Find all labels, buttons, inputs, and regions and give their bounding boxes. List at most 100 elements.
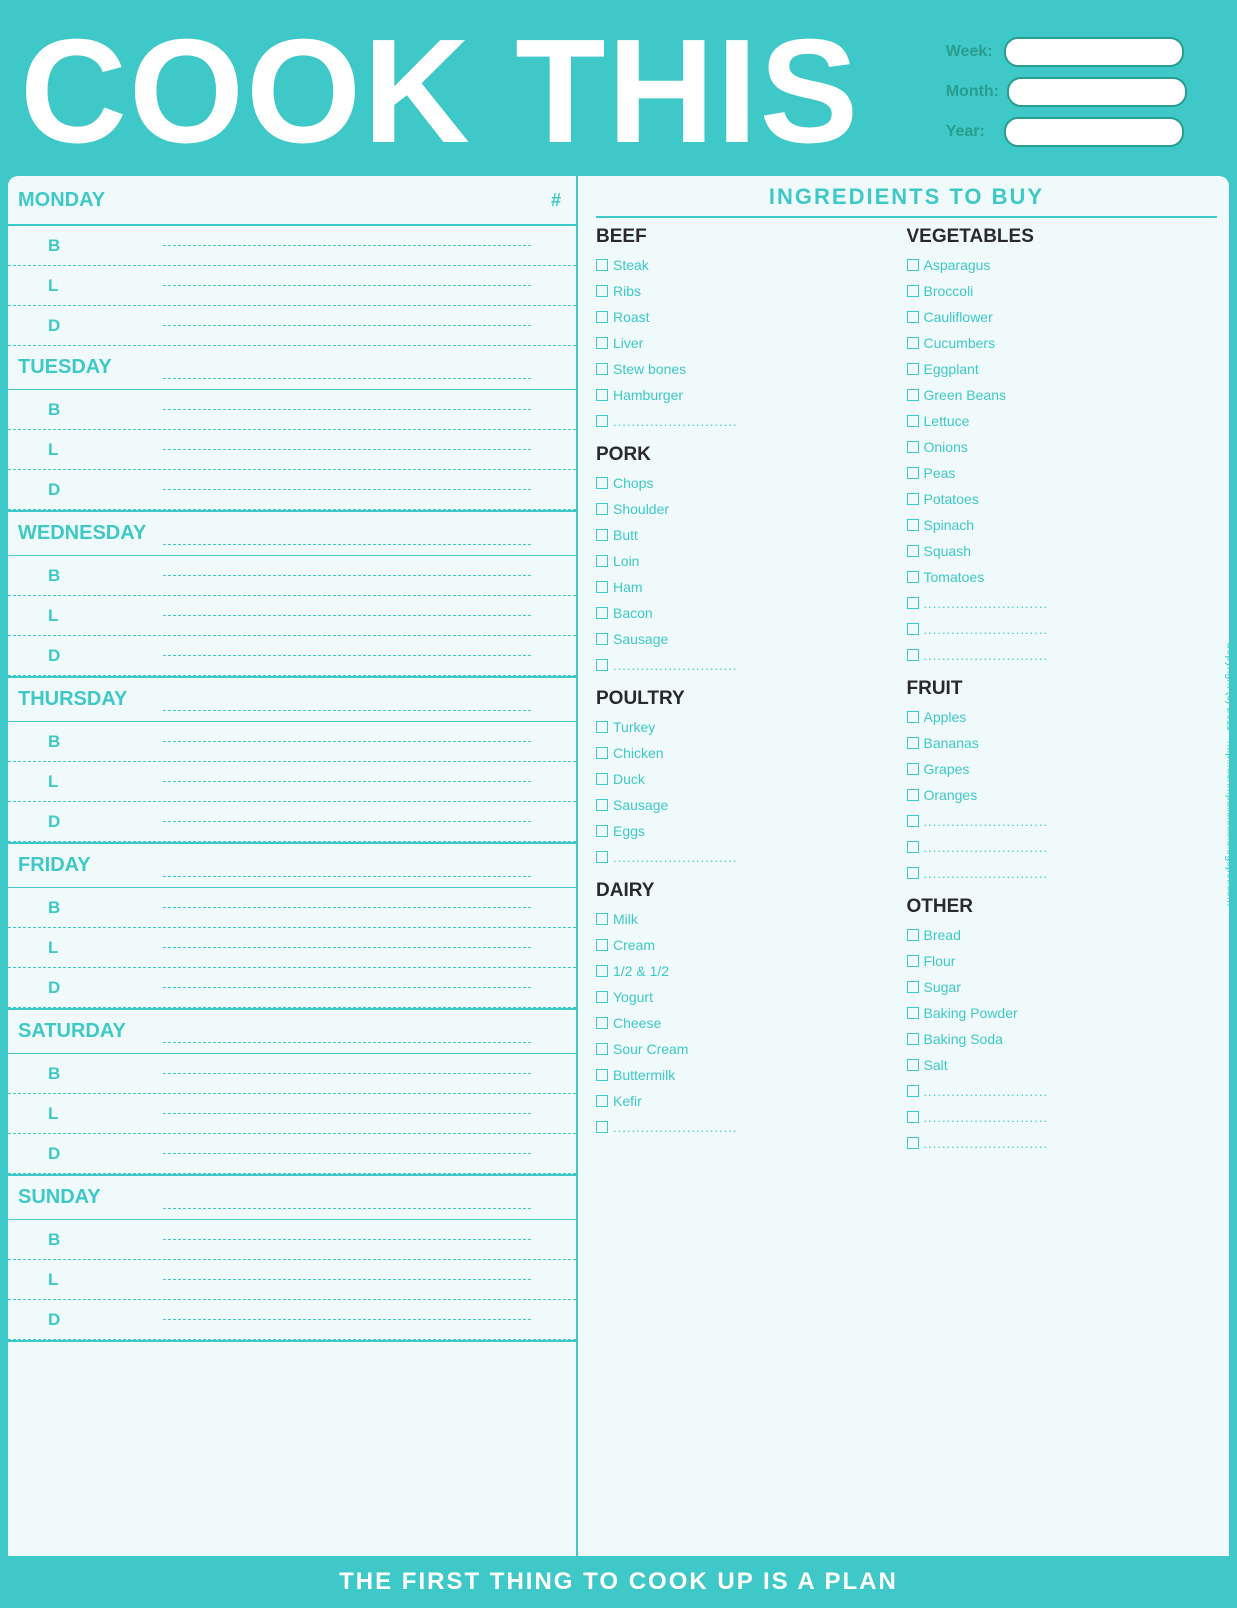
ingredient-checkbox[interactable] (596, 825, 608, 837)
ingredient-checkbox[interactable] (596, 311, 608, 323)
ingredient-checkbox[interactable] (596, 773, 608, 785)
month-input[interactable] (1007, 77, 1187, 107)
meal-letter-cell: B (8, 1230, 163, 1250)
ingredient-checkbox[interactable] (596, 389, 608, 401)
meal-line (163, 781, 531, 782)
meal-line (163, 245, 531, 246)
ingredient-checkbox[interactable] (907, 1059, 919, 1071)
ingredient-blank: ........................... (613, 1120, 738, 1135)
ingredient-item: Oranges (907, 782, 1210, 808)
ingredient-checkbox[interactable] (596, 1017, 608, 1029)
ingredient-item: Sausage (596, 792, 899, 818)
day-name: SUNDAY (8, 1186, 163, 1209)
ingredient-checkbox[interactable] (596, 633, 608, 645)
ingredient-checkbox[interactable] (907, 1111, 919, 1123)
ingredient-checkbox[interactable] (596, 285, 608, 297)
ingredient-checkbox[interactable] (907, 571, 919, 583)
ingredient-checkbox[interactable] (907, 415, 919, 427)
ingredient-checkbox[interactable] (907, 363, 919, 375)
ingredient-checkbox[interactable] (596, 799, 608, 811)
ingredient-checkbox[interactable] (907, 337, 919, 349)
ingredient-checkbox[interactable] (907, 789, 919, 801)
ingredient-checkbox[interactable] (907, 259, 919, 271)
ingredient-checkbox[interactable] (907, 737, 919, 749)
meal-letter: D (48, 316, 60, 336)
ingredient-checkbox[interactable] (596, 939, 608, 951)
ingredient-item: Broccoli (907, 278, 1210, 304)
ingredient-checkbox[interactable] (596, 259, 608, 271)
ingredient-blank-item: ........................... (907, 1104, 1210, 1130)
ingredient-checkbox[interactable] (596, 721, 608, 733)
ingredient-checkbox[interactable] (907, 763, 919, 775)
ingredient-item: Eggplant (907, 356, 1210, 382)
meal-letter: B (48, 236, 60, 256)
ingredient-blank-item: ........................... (596, 408, 899, 434)
ingredient-checkbox[interactable] (907, 981, 919, 993)
ingredient-checkbox[interactable] (596, 607, 608, 619)
ingredient-checkbox[interactable] (907, 311, 919, 323)
meal-letter: B (48, 898, 60, 918)
year-field: Year: (946, 117, 1187, 147)
ingredient-checkbox[interactable] (907, 597, 919, 609)
ingredient-checkbox[interactable] (907, 1137, 919, 1149)
ingredient-checkbox[interactable] (596, 1043, 608, 1055)
day-title-row: FRIDAY (8, 844, 576, 888)
ingredient-checkbox[interactable] (907, 1007, 919, 1019)
ingredient-section: DAIRY Milk Cream 1/2 & 1/2 Yogurt Cheese (596, 880, 899, 1140)
ingredient-item: Butt (596, 522, 899, 548)
ingredient-checkbox[interactable] (907, 285, 919, 297)
ingredient-checkbox[interactable] (596, 965, 608, 977)
ingredient-checkbox[interactable] (596, 529, 608, 541)
ingredient-checkbox[interactable] (907, 441, 919, 453)
ingredient-checkbox[interactable] (907, 623, 919, 635)
day-block: SUNDAY B L D (8, 1176, 576, 1342)
ingredient-checkbox[interactable] (907, 649, 919, 661)
ingredient-checkbox[interactable] (907, 389, 919, 401)
month-field: Month: (946, 77, 1187, 107)
year-input[interactable] (1004, 117, 1184, 147)
ingredient-checkbox[interactable] (596, 503, 608, 515)
ingredient-checkbox[interactable] (907, 1085, 919, 1097)
ingredient-checkbox[interactable] (907, 467, 919, 479)
ingredient-item: Roast (596, 304, 899, 330)
ingredient-checkbox[interactable] (596, 363, 608, 375)
ingredient-text: Lettuce (924, 413, 970, 429)
ingredient-checkbox[interactable] (907, 545, 919, 557)
ingredient-checkbox[interactable] (907, 815, 919, 827)
ingredient-checkbox[interactable] (907, 1033, 919, 1045)
ingredient-checkbox[interactable] (907, 841, 919, 853)
ingredient-checkbox[interactable] (596, 1095, 608, 1107)
ingredient-checkbox[interactable] (907, 711, 919, 723)
ingredient-item: Shoulder (596, 496, 899, 522)
ingredient-item: Yogurt (596, 984, 899, 1010)
meal-row: L (8, 928, 576, 968)
ingredient-checkbox[interactable] (596, 1121, 608, 1133)
ingredient-checkbox[interactable] (596, 477, 608, 489)
ingredient-text: 1/2 & 1/2 (613, 963, 669, 979)
ingredient-checkbox[interactable] (596, 415, 608, 427)
ingredient-checkbox[interactable] (596, 659, 608, 671)
ingredient-checkbox[interactable] (907, 519, 919, 531)
ingredient-checkbox[interactable] (907, 867, 919, 879)
ingredient-checkbox[interactable] (596, 581, 608, 593)
ingredient-checkbox[interactable] (596, 337, 608, 349)
ingredient-text: Baking Soda (924, 1031, 1003, 1047)
ingredient-checkbox[interactable] (596, 913, 608, 925)
ingredient-text: Potatoes (924, 491, 979, 507)
ingredient-checkbox[interactable] (596, 851, 608, 863)
ingredient-section: POULTRY Turkey Chicken Duck Sausage Eggs (596, 688, 899, 870)
meal-letter: B (48, 400, 60, 420)
ingredient-checkbox[interactable] (596, 991, 608, 1003)
ingredient-checkbox[interactable] (907, 493, 919, 505)
ingredient-checkbox[interactable] (596, 1069, 608, 1081)
ingredient-item: Grapes (907, 756, 1210, 782)
week-input[interactable] (1004, 37, 1184, 67)
ingredient-checkbox[interactable] (907, 929, 919, 941)
ingredient-blank-item: ........................... (907, 860, 1210, 886)
ingredient-blank-item: ........................... (596, 844, 899, 870)
ingredient-text: Spinach (924, 517, 975, 533)
ingredient-checkbox[interactable] (907, 955, 919, 967)
ingredient-text: Sausage (613, 631, 668, 647)
ingredient-checkbox[interactable] (596, 555, 608, 567)
ingredient-checkbox[interactable] (596, 747, 608, 759)
